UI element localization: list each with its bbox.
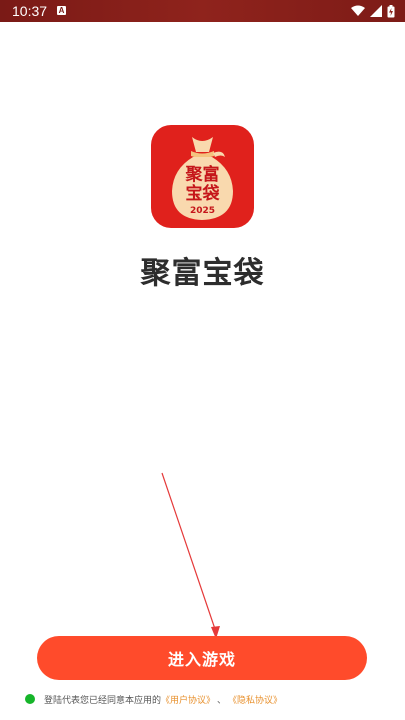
icon-text-line1: 聚富 (185, 164, 220, 185)
signal-icon (370, 5, 382, 17)
status-time: 10:37 (12, 3, 48, 19)
user-agreement-link[interactable]: 《用户协议》 (161, 693, 215, 706)
icon-text-year: 2025 (190, 206, 215, 216)
agreement-prefix: 登陆代表您已经同意本应用的 (44, 695, 162, 706)
pointer-arrow-icon (161, 472, 220, 639)
battery-charging-icon (387, 4, 395, 17)
status-icons (351, 4, 395, 18)
app-name: 聚富宝袋 (140, 256, 265, 291)
money-bag-icon: 聚富 宝袋 2025 (172, 137, 233, 220)
agree-checkbox[interactable] (25, 694, 35, 704)
agreement-separator: 、 (217, 695, 227, 706)
app-icon: 聚富 宝袋 2025 (151, 125, 254, 228)
notification-icon: A (57, 6, 66, 15)
privacy-policy-link[interactable]: 《隐私协议》 (228, 693, 282, 706)
enter-game-button[interactable]: 进入游戏 (37, 636, 367, 680)
wifi-icon (351, 5, 365, 16)
icon-text-line2: 宝袋 (186, 183, 221, 204)
agreement-line: 登陆代表您已经同意本应用的 《用户协议》 、 《隐私协议》 (25, 692, 282, 706)
status-bar: 10:37 A (0, 0, 405, 22)
